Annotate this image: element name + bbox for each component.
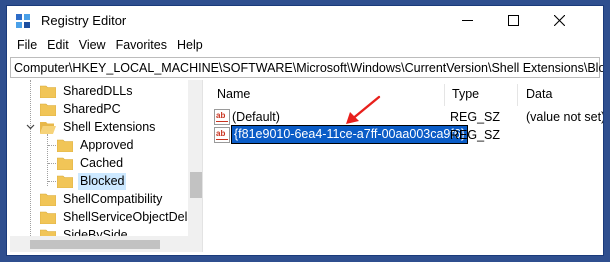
scrollbar-thumb[interactable] (30, 240, 160, 249)
tree-guide-line (30, 80, 31, 236)
scrollbar-thumb[interactable] (190, 172, 202, 198)
tree-guide-line (47, 134, 48, 186)
tree-item-label: Blocked (78, 172, 127, 190)
menu-file[interactable]: File (12, 36, 42, 55)
tree-vertical-scrollbar[interactable] (188, 80, 202, 252)
window-title: Registry Editor (41, 13, 127, 28)
tree-item-shellserviceobjectdelayl[interactable]: ShellServiceObjectDelayl (40, 208, 203, 226)
tree-guide-line (48, 163, 56, 164)
address-bar[interactable]: Computer\HKEY_LOCAL_MACHINE\SOFTWARE\Mic… (10, 57, 603, 78)
tree-item-approved[interactable]: Approved (57, 136, 136, 154)
value-row-guid[interactable]: ab {f81e9010-6ea4-11ce-a7ff-00aa003ca9f6… (214, 125, 599, 144)
collapse-chevron-icon[interactable] (26, 122, 35, 131)
tree-item-blocked[interactable]: Blocked (57, 172, 127, 190)
tree-item-shell-extensions[interactable]: Shell Extensions (40, 118, 157, 136)
folder-icon (40, 103, 56, 116)
minimize-button[interactable] (444, 6, 490, 35)
column-header-type[interactable]: Type (452, 86, 479, 103)
registry-editor-icon (16, 14, 30, 28)
key-tree-pane[interactable]: SharedDLLs SharedPC Shell Extensions App… (10, 80, 203, 252)
title-bar[interactable]: Registry Editor (7, 6, 603, 35)
value-type: REG_SZ (450, 128, 501, 142)
close-icon (553, 15, 565, 26)
tree-item-shareddlls[interactable]: SharedDLLs (40, 82, 135, 100)
tree-item-label: Cached (80, 155, 124, 170)
folder-icon (40, 85, 56, 98)
folder-icon (57, 157, 73, 170)
tree-item-label: SharedPC (63, 101, 121, 116)
reg-string-value-icon: ab (214, 109, 230, 125)
menu-favorites[interactable]: Favorites (111, 36, 172, 55)
svg-text:ab: ab (216, 129, 225, 138)
value-row-default[interactable]: ab (Default) REG_SZ (value not set) (214, 108, 603, 126)
tree-item-shellcompatibility[interactable]: ShellCompatibility (40, 190, 164, 208)
tree-item-cached[interactable]: Cached (57, 154, 125, 172)
tree-item-label: Shell Extensions (63, 119, 156, 134)
value-type: REG_SZ (450, 110, 501, 124)
tree-guide-line (48, 145, 56, 146)
folder-icon (57, 139, 73, 152)
menu-edit[interactable]: Edit (42, 36, 74, 55)
menu-help[interactable]: Help (172, 36, 208, 55)
maximize-icon (507, 15, 519, 26)
folder-icon (40, 193, 56, 206)
values-list-pane[interactable]: Name Type Data ab (Default) REG_SZ (valu… (204, 80, 603, 252)
folder-open-icon (40, 122, 56, 134)
tree-item-sharedpc[interactable]: SharedPC (40, 100, 123, 118)
value-name-rename-field[interactable]: {f81e9010-6ea4-11ce-a7ff-00aa003ca9f6} (231, 125, 468, 144)
close-button[interactable] (536, 6, 582, 35)
column-header-name[interactable]: Name (217, 86, 250, 103)
menu-bar: File Edit View Favorites Help (7, 36, 603, 55)
tree-item-label: ShellCompatibility (63, 191, 163, 206)
red-arrow-annotation (346, 95, 381, 124)
folder-icon (57, 175, 73, 188)
maximize-button[interactable] (490, 6, 536, 35)
minimize-icon (461, 20, 473, 21)
address-path[interactable]: Computer\HKEY_LOCAL_MACHINE\SOFTWARE\Mic… (14, 60, 603, 76)
tree-item-label: Approved (80, 137, 134, 152)
reg-string-value-icon: ab (214, 127, 230, 143)
svg-text:ab: ab (216, 111, 225, 120)
column-separator[interactable] (444, 84, 445, 106)
value-name: (Default) (232, 110, 280, 124)
registry-editor-window: Registry Editor File Edit View Favorites… (6, 5, 604, 256)
column-header-data[interactable]: Data (526, 86, 552, 103)
menu-view[interactable]: View (74, 36, 111, 55)
tree-item-label: SharedDLLs (63, 83, 133, 98)
tree-horizontal-scrollbar[interactable] (10, 236, 188, 252)
tree-guide-line (48, 181, 56, 182)
folder-icon (40, 211, 56, 224)
value-data: (value not set) (526, 110, 604, 124)
tree-item-label: ShellServiceObjectDelayl (63, 209, 203, 224)
column-separator[interactable] (517, 84, 518, 106)
